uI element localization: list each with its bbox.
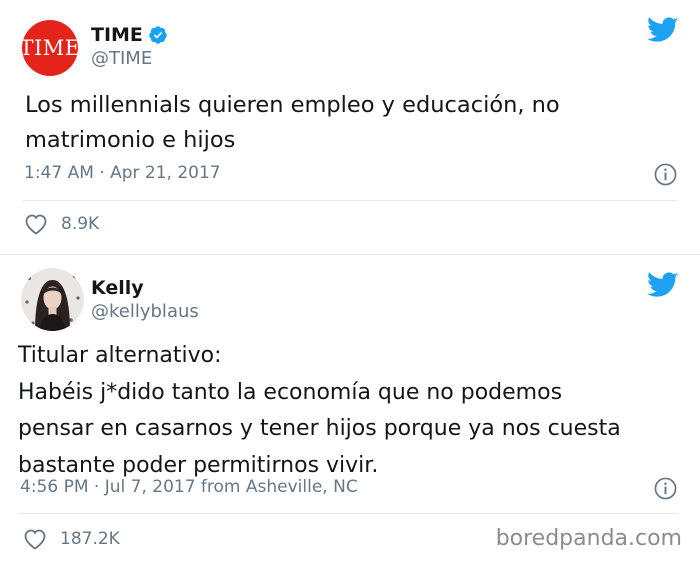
tweet-text: Titular alternativo: Habéis j*dido tanto… bbox=[18, 338, 621, 484]
likes[interactable]: 187.2K bbox=[23, 528, 120, 550]
watermark: boredpanda.com bbox=[495, 526, 682, 551]
info-icon[interactable] bbox=[654, 163, 677, 186]
tweet-text-line: Habéis j*dido tanto la economía que no p… bbox=[18, 379, 563, 405]
avatar[interactable]: TIME bbox=[22, 20, 78, 76]
verified-badge-icon bbox=[149, 26, 167, 44]
tweet-timestamp[interactable]: 4:56 PM · Jul 7, 2017 from Asheville, NC bbox=[20, 477, 358, 497]
tweet-timestamp[interactable]: 1:47 AM · Apr 21, 2017 bbox=[24, 163, 221, 183]
heart-icon[interactable] bbox=[23, 528, 47, 550]
author-handle[interactable]: @TIME bbox=[91, 48, 152, 69]
tweet-text: Los millennials quieren empleo y educaci… bbox=[25, 88, 560, 158]
likes[interactable]: 8.9K bbox=[24, 213, 99, 235]
divider bbox=[23, 200, 677, 201]
divider bbox=[18, 513, 679, 514]
avatar[interactable] bbox=[21, 268, 84, 331]
tweet-text-line: pensar en casarnos y tener hijos porque … bbox=[18, 416, 621, 441]
likes-count: 187.2K bbox=[60, 529, 120, 549]
likes-count: 8.9K bbox=[61, 214, 100, 234]
author-name[interactable]: Kelly bbox=[91, 277, 144, 299]
tweet-card-time: TIME TIME @TIME Los millennials quieren … bbox=[0, 0, 700, 255]
heart-icon[interactable] bbox=[24, 213, 48, 235]
author-name[interactable]: TIME bbox=[91, 24, 143, 46]
tweet-text-line: Titular alternativo: bbox=[18, 343, 222, 368]
time-logo-text: TIME bbox=[22, 36, 78, 60]
info-icon[interactable] bbox=[654, 477, 677, 500]
author-handle[interactable]: @kellyblaus bbox=[91, 301, 199, 322]
tweet-text-line: matrimonio e hijos bbox=[25, 127, 236, 153]
tweet-text-line: Los millennials quieren empleo y educaci… bbox=[25, 92, 560, 118]
tweet-card-kelly: Kelly @kellyblaus Titular alternativo: H… bbox=[0, 255, 700, 567]
twitter-bird-icon[interactable] bbox=[647, 17, 679, 44]
twitter-bird-icon[interactable] bbox=[647, 272, 679, 299]
